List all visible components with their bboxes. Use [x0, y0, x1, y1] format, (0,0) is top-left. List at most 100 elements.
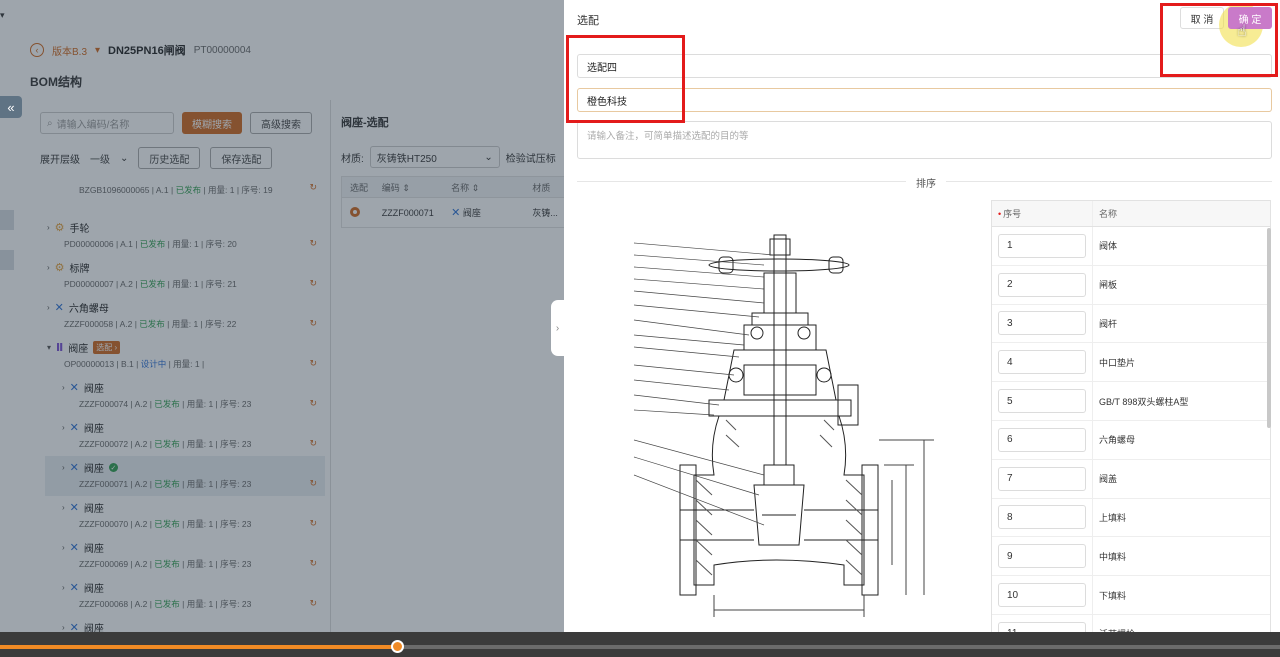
tree-node[interactable]: › ⚙ 标牌 PD00000007 | A.2 | 已发布 | 用量: 1 | 序号:… [45, 256, 325, 296]
radio-selected[interactable] [350, 206, 360, 217]
refresh-icon[interactable]: ↻ [309, 358, 317, 369]
tree-node[interactable]: › ✕ 阀座 ✓ ZZZF000071 | A.2 | 已发布 | 用量: 1 | 序号… [45, 456, 325, 496]
col-name[interactable]: 名称 ⇕ [445, 181, 526, 194]
video-progress-bar[interactable] [0, 632, 1280, 657]
sort-row: 5 GB/T 898双头螺柱A型 [992, 382, 1270, 421]
caret-down-icon[interactable]: ▾ [95, 45, 100, 56]
tree-node-title[interactable]: › ⚙ 标牌 [47, 260, 90, 275]
tree-node[interactable]: ›✕阀座ZZZF000067 | A.2 | 已发布 | 用量: 1 | 序号:… [45, 616, 325, 632]
tree-node-title[interactable]: › ✕ 阀座 [62, 380, 104, 395]
caret-right-icon[interactable]: › [62, 623, 65, 632]
tree-node-title[interactable]: ▾ Ⅱ 阀座 选配 › [47, 340, 121, 355]
tree-node[interactable]: BZGB1096000065 | A.1 | 已发布 | 用量: 1 | 序号:… [45, 176, 325, 216]
caret-right-icon[interactable]: › [62, 463, 65, 472]
double-chevron-left-icon[interactable]: « [0, 96, 22, 118]
refresh-icon[interactable]: ↻ [309, 438, 317, 449]
part-icon: ✕ [451, 207, 461, 219]
sidebar-placeholder [0, 250, 14, 270]
caret-right-icon[interactable]: › [47, 263, 50, 272]
tree-node-title[interactable]: › ✕ 阀座 [62, 580, 104, 595]
tree-node-meta: ZZZF000071 | A.2 | 已发布 | 用量: 1 | 序号: 23 [79, 479, 252, 489]
scrollbar[interactable] [1267, 228, 1271, 428]
table-row[interactable]: ZZZF000071 ✕ 阀座 灰铸... [341, 198, 564, 228]
panel-title: 阀座-选配 [341, 117, 389, 129]
refresh-icon[interactable]: ↻ [309, 558, 317, 569]
tree-node-title[interactable]: › ✕ 六角螺母 [47, 300, 109, 315]
refresh-icon[interactable]: ↻ [309, 318, 317, 329]
config-tag[interactable]: 选配 › [93, 341, 121, 354]
tree-node[interactable]: ▾ Ⅱ 阀座 选配 › OP00000013 | B.1 | 设计中 | 用量: 1 |… [45, 336, 325, 376]
seq-input[interactable]: 2 [998, 272, 1086, 297]
advanced-search-button[interactable]: 高级搜索 [250, 112, 312, 134]
refresh-icon[interactable]: ↻ [309, 478, 317, 489]
material-row: 材质: 灰铸铁HT250 ⌄ 检验试压标 [341, 146, 556, 168]
seq-input[interactable]: 1 [998, 233, 1086, 258]
row-name: ✕ 阀座 [451, 207, 481, 219]
tree-node[interactable]: › ⚙ 手轮 PD00000006 | A.1 | 已发布 | 用量: 1 | 序号:… [45, 216, 325, 256]
check-circle-icon: ✓ [108, 463, 118, 472]
refresh-icon[interactable]: ↻ [309, 182, 317, 193]
back-icon[interactable]: ‹ [30, 43, 44, 57]
sort-row: 6 六角螺母 [992, 420, 1270, 460]
tree-node[interactable]: › ✕ 阀座 ZZZF000074 | A.2 | 已发布 | 用量: 1 | 序号:… [45, 376, 325, 416]
progress-thumb[interactable] [390, 640, 404, 653]
col-code[interactable]: 编码 ⇕ [376, 181, 445, 194]
tree-node-title[interactable]: › ✕ 阀座 [62, 420, 104, 435]
tree-node[interactable]: › ✕ 阀座 ZZZF000069 | A.2 | 已发布 | 用量: 1 | 序号:… [45, 536, 325, 576]
seq-input[interactable]: 9 [998, 544, 1086, 569]
bom-page: ▾ ‹ 版本B.3 ▾ DN25PN16闸阀 PT00000004 BOM结构 … [0, 0, 564, 632]
status-badge: 已发布 [139, 239, 166, 249]
tree-node-title[interactable]: › ⚙ 手轮 [47, 220, 90, 235]
tree-node-title[interactable]: › ✕ 阀座 [62, 620, 104, 632]
tree-node-title[interactable]: › ✕ 阀座 [62, 540, 104, 555]
chevron-down-icon[interactable]: ⌄ [120, 153, 128, 164]
remark-textarea[interactable]: 请输入备注，可简单描述选配的目的等 [577, 121, 1272, 159]
caret-right-icon[interactable]: › [62, 583, 65, 592]
level-select[interactable]: 一级 [90, 151, 110, 166]
row-material: 灰铸... [532, 208, 558, 218]
row-code: ZZZF000071 [381, 207, 434, 218]
caret-right-icon[interactable]: › [62, 503, 65, 512]
refresh-icon[interactable]: ↻ [309, 598, 317, 609]
sort-row: 4 中口垫片 [992, 343, 1270, 383]
tree-node-title[interactable]: › ✕ 阀座 ✓ [62, 460, 118, 475]
refresh-icon[interactable]: ↻ [309, 278, 317, 289]
seq-input[interactable]: 3 [998, 311, 1086, 336]
material-select[interactable]: 灰铸铁HT250 ⌄ [369, 146, 500, 168]
seq-input[interactable]: 6 [998, 427, 1086, 452]
refresh-icon[interactable]: ↻ [309, 518, 317, 529]
seq-cell: 10 [992, 576, 1093, 614]
history-config-button[interactable]: 历史选配 [138, 147, 201, 169]
caret-right-icon[interactable]: › [47, 223, 50, 232]
caret-down-icon[interactable]: ▾ [0, 10, 5, 21]
assembly-icon: Ⅱ [56, 342, 64, 354]
fuzzy-search-button[interactable]: 模糊搜索 [182, 112, 242, 134]
seq-input[interactable]: 5 [998, 389, 1086, 414]
tree-node[interactable]: › ✕ 阀座 ZZZF000072 | A.2 | 已发布 | 用量: 1 | 序号:… [45, 416, 325, 456]
tree-node[interactable]: › ✕ 阀座 ZZZF000068 | A.2 | 已发布 | 用量: 1 | 序号:… [45, 576, 325, 616]
seq-input[interactable]: 4 [998, 350, 1086, 375]
version-select[interactable]: 版本B.3 [52, 43, 87, 58]
progress-track[interactable] [0, 645, 1280, 649]
save-config-button[interactable]: 保存选配 [210, 147, 273, 169]
tree-node[interactable]: › ✕ 阀座 ZZZF000070 | A.2 | 已发布 | 用量: 1 | 序号:… [45, 496, 325, 536]
caret-right-icon[interactable]: › [62, 543, 65, 552]
seq-input[interactable]: 8 [998, 505, 1086, 530]
status-badge: 已发布 [139, 319, 165, 329]
caret-down-icon[interactable]: ▾ [47, 343, 51, 352]
tree-node[interactable]: › ✕ 六角螺母 ZZZF000058 | A.2 | 已发布 | 用量: 1 | 序… [45, 296, 325, 336]
refresh-icon[interactable]: ↻ [309, 398, 317, 409]
sort-table-header: • 序号 名称 [992, 201, 1270, 227]
refresh-icon[interactable]: ↻ [309, 238, 317, 249]
caret-right-icon[interactable]: › [47, 303, 50, 312]
tree-node-title[interactable]: › ✕ 阀座 [62, 500, 104, 515]
seq-input[interactable]: 11 [998, 621, 1086, 632]
seq-input[interactable]: 7 [998, 466, 1086, 491]
sort-row: 10 下填料 [992, 576, 1270, 615]
part-name: 阀杆 [1099, 318, 1118, 329]
seq-input[interactable]: 10 [998, 583, 1086, 608]
caret-right-icon[interactable]: › [62, 423, 65, 432]
caret-right-icon[interactable]: › [62, 383, 65, 392]
search-input[interactable]: ⌕ 请输入编码/名称 [40, 112, 174, 134]
drawer-handle[interactable]: › [551, 300, 564, 356]
